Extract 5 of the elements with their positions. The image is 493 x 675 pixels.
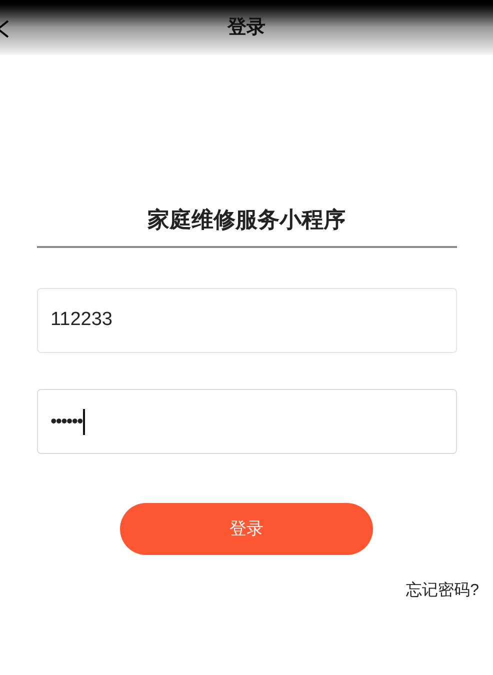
- forgot-password-link[interactable]: 忘记密码?: [406, 579, 479, 603]
- header-title: 登录: [228, 16, 266, 40]
- username-field[interactable]: 112233: [36, 288, 456, 353]
- app-title: 家庭维修服务小程序: [148, 206, 346, 234]
- password-field[interactable]: ••••••: [36, 389, 456, 454]
